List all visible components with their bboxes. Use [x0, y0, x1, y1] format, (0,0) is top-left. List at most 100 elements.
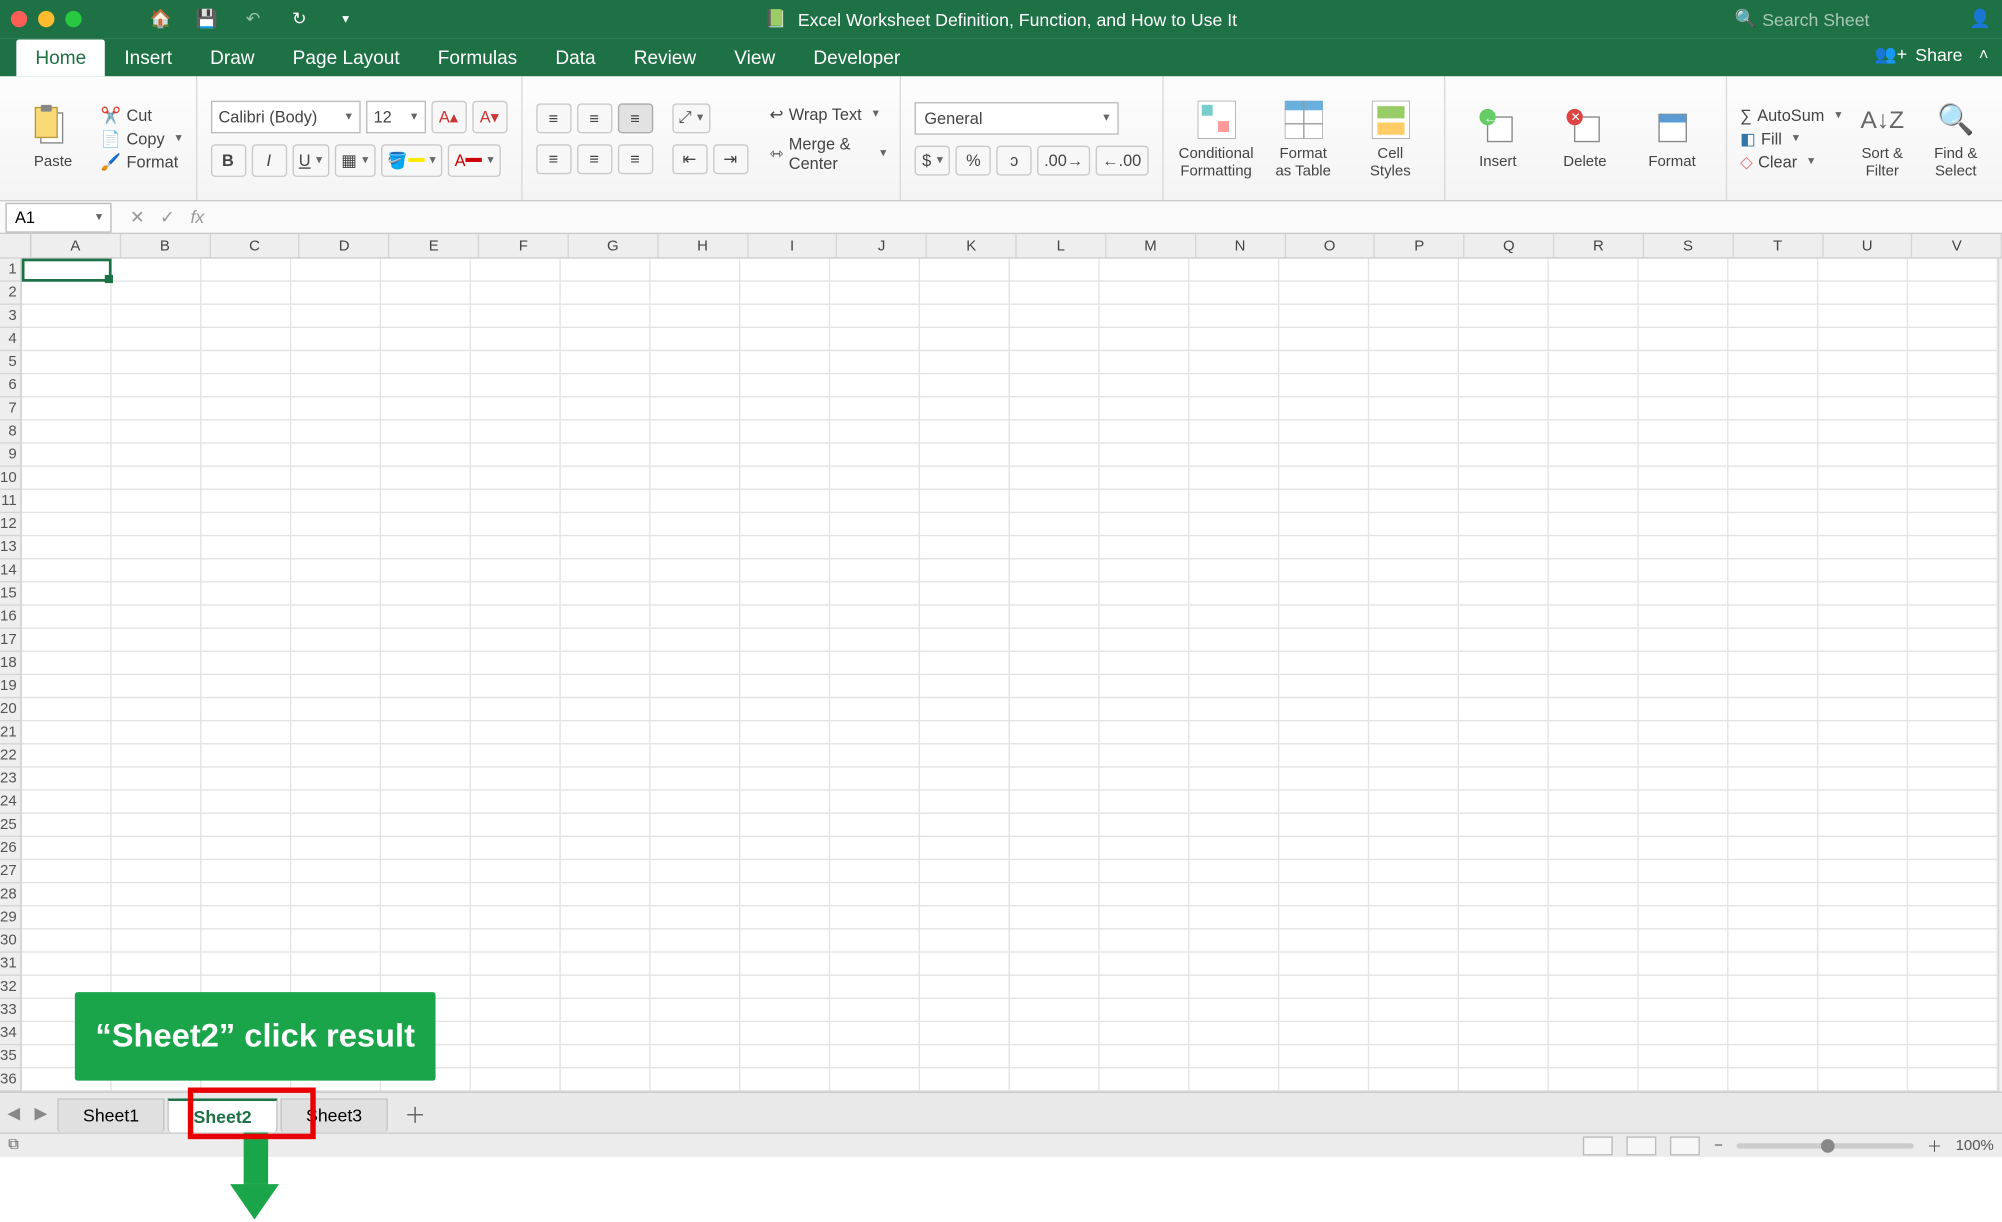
cell[interactable]: [1190, 467, 1280, 490]
comma-button[interactable]: ↄ: [996, 145, 1031, 175]
cell[interactable]: [112, 930, 202, 953]
row-header-1[interactable]: 1: [0, 259, 21, 282]
cell[interactable]: [1280, 976, 1370, 999]
cell[interactable]: [112, 328, 202, 351]
cell[interactable]: [1190, 397, 1280, 420]
cell[interactable]: [471, 559, 561, 582]
cell[interactable]: [112, 652, 202, 675]
undo-icon[interactable]: ↶: [242, 8, 264, 30]
cell[interactable]: [651, 282, 741, 305]
cell[interactable]: [1459, 883, 1549, 906]
cell[interactable]: [1100, 629, 1190, 652]
cell[interactable]: [920, 652, 1010, 675]
cell[interactable]: [381, 883, 471, 906]
cell[interactable]: [920, 953, 1010, 976]
cell[interactable]: [202, 444, 292, 467]
cell[interactable]: [1908, 490, 1998, 513]
cell[interactable]: [920, 282, 1010, 305]
cell[interactable]: [831, 444, 921, 467]
cell[interactable]: [1549, 744, 1639, 767]
cell[interactable]: [561, 374, 651, 397]
cell[interactable]: [1459, 421, 1549, 444]
cell[interactable]: [471, 444, 561, 467]
col-header-P[interactable]: P: [1375, 234, 1465, 257]
cell[interactable]: [741, 814, 831, 837]
cell[interactable]: [1549, 259, 1639, 282]
cell[interactable]: [651, 467, 741, 490]
cell[interactable]: [1459, 814, 1549, 837]
cell[interactable]: [831, 536, 921, 559]
cell[interactable]: [561, 698, 651, 721]
user-icon[interactable]: 👤: [1969, 8, 1991, 30]
cell[interactable]: [1549, 999, 1639, 1022]
cell[interactable]: [920, 675, 1010, 698]
cell[interactable]: [292, 259, 382, 282]
cell[interactable]: [1729, 536, 1819, 559]
cell[interactable]: [1100, 397, 1190, 420]
cell[interactable]: [920, 629, 1010, 652]
cell[interactable]: [292, 953, 382, 976]
cell[interactable]: [1010, 721, 1100, 744]
cell[interactable]: [831, 652, 921, 675]
cell[interactable]: [1459, 953, 1549, 976]
cell[interactable]: [831, 606, 921, 629]
cell[interactable]: [831, 629, 921, 652]
cell[interactable]: [561, 1022, 651, 1045]
ribbon-tab-data[interactable]: Data: [536, 39, 614, 76]
cell[interactable]: [112, 791, 202, 814]
cell[interactable]: [1280, 282, 1370, 305]
cell[interactable]: [471, 490, 561, 513]
cell[interactable]: [1819, 259, 1909, 282]
cell[interactable]: [292, 930, 382, 953]
cell[interactable]: [202, 629, 292, 652]
col-header-A[interactable]: A: [31, 234, 121, 257]
cell[interactable]: [1100, 721, 1190, 744]
row-header-20[interactable]: 20: [0, 698, 21, 721]
cell[interactable]: [1010, 1068, 1100, 1091]
cell[interactable]: [1639, 860, 1729, 883]
cell[interactable]: [1190, 837, 1280, 860]
cell[interactable]: [292, 328, 382, 351]
cell[interactable]: [1100, 953, 1190, 976]
cell[interactable]: [1280, 999, 1370, 1022]
cell[interactable]: [1010, 906, 1100, 929]
delete-cells-button[interactable]: ✕ Delete: [1545, 105, 1624, 170]
cell[interactable]: [1729, 883, 1819, 906]
cell[interactable]: [1280, 421, 1370, 444]
page-break-view-button[interactable]: [1671, 1136, 1701, 1155]
cell[interactable]: [22, 583, 112, 606]
cell[interactable]: [831, 282, 921, 305]
worksheet-grid[interactable]: ABCDEFGHIJKLMNOPQRSTUV 12345678910111213…: [0, 234, 2002, 1091]
font-name-select[interactable]: Calibri (Body)▾: [210, 100, 360, 133]
cell[interactable]: [1908, 559, 1998, 582]
row-header-27[interactable]: 27: [0, 860, 21, 883]
cell[interactable]: [1190, 814, 1280, 837]
cell[interactable]: [471, 976, 561, 999]
cell[interactable]: [112, 675, 202, 698]
cell[interactable]: [1100, 791, 1190, 814]
cell[interactable]: [561, 513, 651, 536]
cell[interactable]: [22, 883, 112, 906]
cell[interactable]: [1100, 930, 1190, 953]
cell[interactable]: [112, 629, 202, 652]
cell[interactable]: [1100, 999, 1190, 1022]
cell[interactable]: [1549, 652, 1639, 675]
cell[interactable]: [1729, 744, 1819, 767]
cell[interactable]: [831, 768, 921, 791]
cell[interactable]: [1370, 536, 1460, 559]
cell[interactable]: [381, 814, 471, 837]
cell[interactable]: [741, 559, 831, 582]
cell[interactable]: [1729, 444, 1819, 467]
sheet-tab-sheet1[interactable]: Sheet1: [57, 1098, 165, 1132]
cell[interactable]: [1459, 536, 1549, 559]
cell[interactable]: [1819, 791, 1909, 814]
cell[interactable]: [1010, 397, 1100, 420]
cell[interactable]: [1549, 374, 1639, 397]
cell[interactable]: [22, 513, 112, 536]
row-header-24[interactable]: 24: [0, 791, 21, 814]
cell[interactable]: [1459, 397, 1549, 420]
cell[interactable]: [1908, 675, 1998, 698]
cell[interactable]: [1100, 1068, 1190, 1091]
cell[interactable]: [22, 744, 112, 767]
cell[interactable]: [561, 444, 651, 467]
